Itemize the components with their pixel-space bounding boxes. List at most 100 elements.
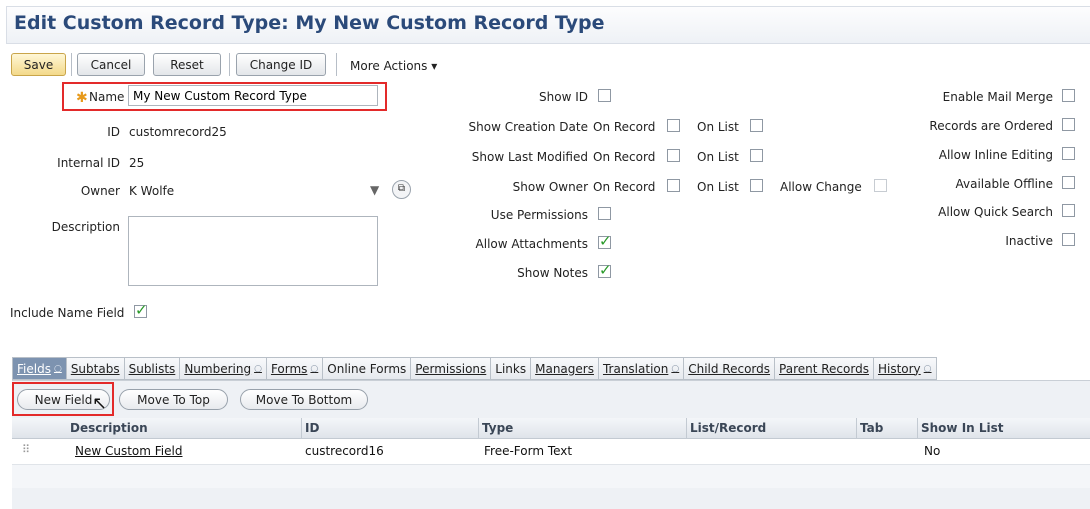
allow-change-label: Allow Change [780, 180, 862, 194]
id-label: ID [107, 125, 120, 139]
tab-indicator-icon: ○ [254, 363, 262, 374]
allow-inline-editing-label: Allow Inline Editing [938, 148, 1053, 162]
tab-indicator-icon: ○ [310, 363, 319, 374]
show-last-modified-label: Show Last Modified [471, 150, 588, 164]
tab-links[interactable]: Links [491, 358, 532, 379]
enable-mail-merge-label: Enable Mail Merge [942, 90, 1053, 104]
show-id-label: Show ID [539, 90, 588, 104]
show-notes-label: Show Notes [517, 266, 588, 280]
show-id-checkbox[interactable] [598, 89, 611, 102]
tab-parent-records[interactable]: Parent Records [775, 358, 874, 379]
tab-indicator-icon: ○ [923, 363, 932, 374]
owner-value[interactable]: K Wolfe [129, 184, 174, 198]
tab-translation[interactable]: Translation ○ [599, 358, 685, 379]
allow-inline-editing-checkbox[interactable] [1062, 147, 1075, 160]
move-to-bottom-button[interactable]: Move To Bottom [240, 389, 368, 410]
show-creation-date-label: Show Creation Date [468, 120, 588, 134]
modified-on-list-label: On List [697, 150, 739, 164]
tab-fields-label: Fields [17, 361, 51, 376]
open-record-icon[interactable]: ⧉ [392, 180, 411, 199]
allow-quick-search-checkbox[interactable] [1062, 204, 1075, 217]
column-divider [301, 418, 302, 438]
show-owner-label: Show Owner [512, 180, 588, 194]
available-offline-checkbox[interactable] [1062, 176, 1075, 189]
creation-on-record-checkbox[interactable] [667, 119, 680, 132]
tab-history-label: History [877, 361, 921, 376]
enable-mail-merge-checkbox[interactable] [1062, 89, 1075, 102]
row-id: custrecord16 [305, 444, 384, 458]
tab-subtabs[interactable]: Subtabs [67, 358, 125, 379]
tab-forms[interactable]: Forms ○ [267, 358, 324, 379]
owner-label: Owner [80, 184, 120, 198]
inactive-checkbox[interactable] [1062, 233, 1075, 246]
description-textarea[interactable] [128, 216, 378, 286]
creation-on-list-checkbox[interactable] [750, 119, 763, 132]
allow-attachments-label: Allow Attachments [475, 237, 588, 251]
tab-indicator-icon: ○ [53, 363, 62, 374]
tab-online-forms[interactable]: Online Forms [323, 358, 412, 379]
include-name-field-label: Include Name Field [10, 306, 125, 320]
column-description[interactable]: Description [70, 421, 148, 435]
id-value: customrecord25 [129, 125, 227, 139]
modified-on-record-label: On Record [593, 150, 656, 164]
column-list-record[interactable]: List/Record [690, 421, 766, 435]
tab-child-records[interactable]: Child Records [684, 358, 776, 379]
column-id[interactable]: ID [305, 421, 319, 435]
column-type[interactable]: Type [482, 421, 513, 435]
column-tab[interactable]: Tab [860, 421, 883, 435]
tab-translation-label: Translation [602, 361, 669, 376]
owner-on-record-label: On Record [593, 180, 656, 194]
include-name-field-checkbox[interactable] [134, 301, 148, 319]
tab-numbering[interactable]: Numbering ○ [180, 358, 267, 379]
toolbar-divider [336, 53, 337, 76]
modified-on-record-checkbox[interactable] [667, 149, 680, 162]
row-show-in-list: No [924, 444, 941, 458]
internal-id-value: 25 [129, 156, 145, 170]
tab-forms-label: Forms [270, 361, 308, 376]
tab-indicator-icon: ○ [671, 363, 680, 374]
more-actions-menu[interactable]: More Actions ▾ [350, 59, 437, 73]
dropdown-arrow-icon[interactable]: ▼ [370, 183, 379, 197]
description-label: Description [51, 220, 120, 234]
tab-numbering-label: Numbering [184, 361, 252, 376]
toolbar-divider [229, 53, 230, 76]
column-divider [856, 418, 857, 438]
tab-history[interactable]: History ○ [874, 358, 936, 379]
row-description-link[interactable]: New Custom Field [75, 444, 182, 458]
name-label: Name [89, 90, 125, 104]
name-input[interactable] [128, 85, 378, 106]
column-divider [917, 418, 918, 438]
reset-button[interactable]: Reset [153, 53, 221, 76]
tab-fields[interactable]: Fields ○ [13, 358, 67, 379]
owner-on-record-checkbox[interactable] [667, 179, 680, 192]
column-divider [478, 418, 479, 438]
allow-attachments-checkbox[interactable] [598, 232, 612, 250]
row-type: Free-Form Text [484, 444, 573, 458]
modified-on-list-checkbox[interactable] [750, 149, 763, 162]
tab-sublists[interactable]: Sublists [125, 358, 181, 379]
save-button[interactable]: Save [11, 53, 66, 76]
move-to-top-button[interactable]: Move To Top [119, 389, 228, 410]
creation-on-record-label: On Record [593, 120, 656, 134]
inactive-label: Inactive [1005, 234, 1053, 248]
use-permissions-checkbox[interactable] [598, 207, 611, 220]
mouse-cursor-icon: ↖ [92, 393, 108, 414]
column-divider [686, 418, 687, 438]
drag-handle-icon[interactable]: ⠿ [22, 443, 30, 456]
change-id-button[interactable]: Change ID [236, 53, 326, 76]
owner-on-list-checkbox[interactable] [750, 179, 763, 192]
tab-managers[interactable]: Managers [531, 358, 599, 379]
subtab-strip: Fields ○ Subtabs Sublists Numbering ○ Form… [12, 357, 937, 380]
empty-table-row [12, 465, 1090, 488]
show-notes-checkbox[interactable] [598, 261, 612, 279]
use-permissions-label: Use Permissions [490, 208, 588, 222]
toolbar-divider [71, 53, 72, 76]
records-ordered-checkbox[interactable] [1062, 118, 1075, 131]
required-asterisk-icon: ✱ [76, 90, 88, 106]
column-show-in-list[interactable]: Show In List [921, 421, 1004, 435]
records-ordered-label: Records are Ordered [929, 119, 1053, 133]
creation-on-list-label: On List [697, 120, 739, 134]
tab-permissions[interactable]: Permissions [411, 358, 492, 379]
cancel-button[interactable]: Cancel [77, 53, 145, 76]
internal-id-label: Internal ID [57, 156, 120, 170]
